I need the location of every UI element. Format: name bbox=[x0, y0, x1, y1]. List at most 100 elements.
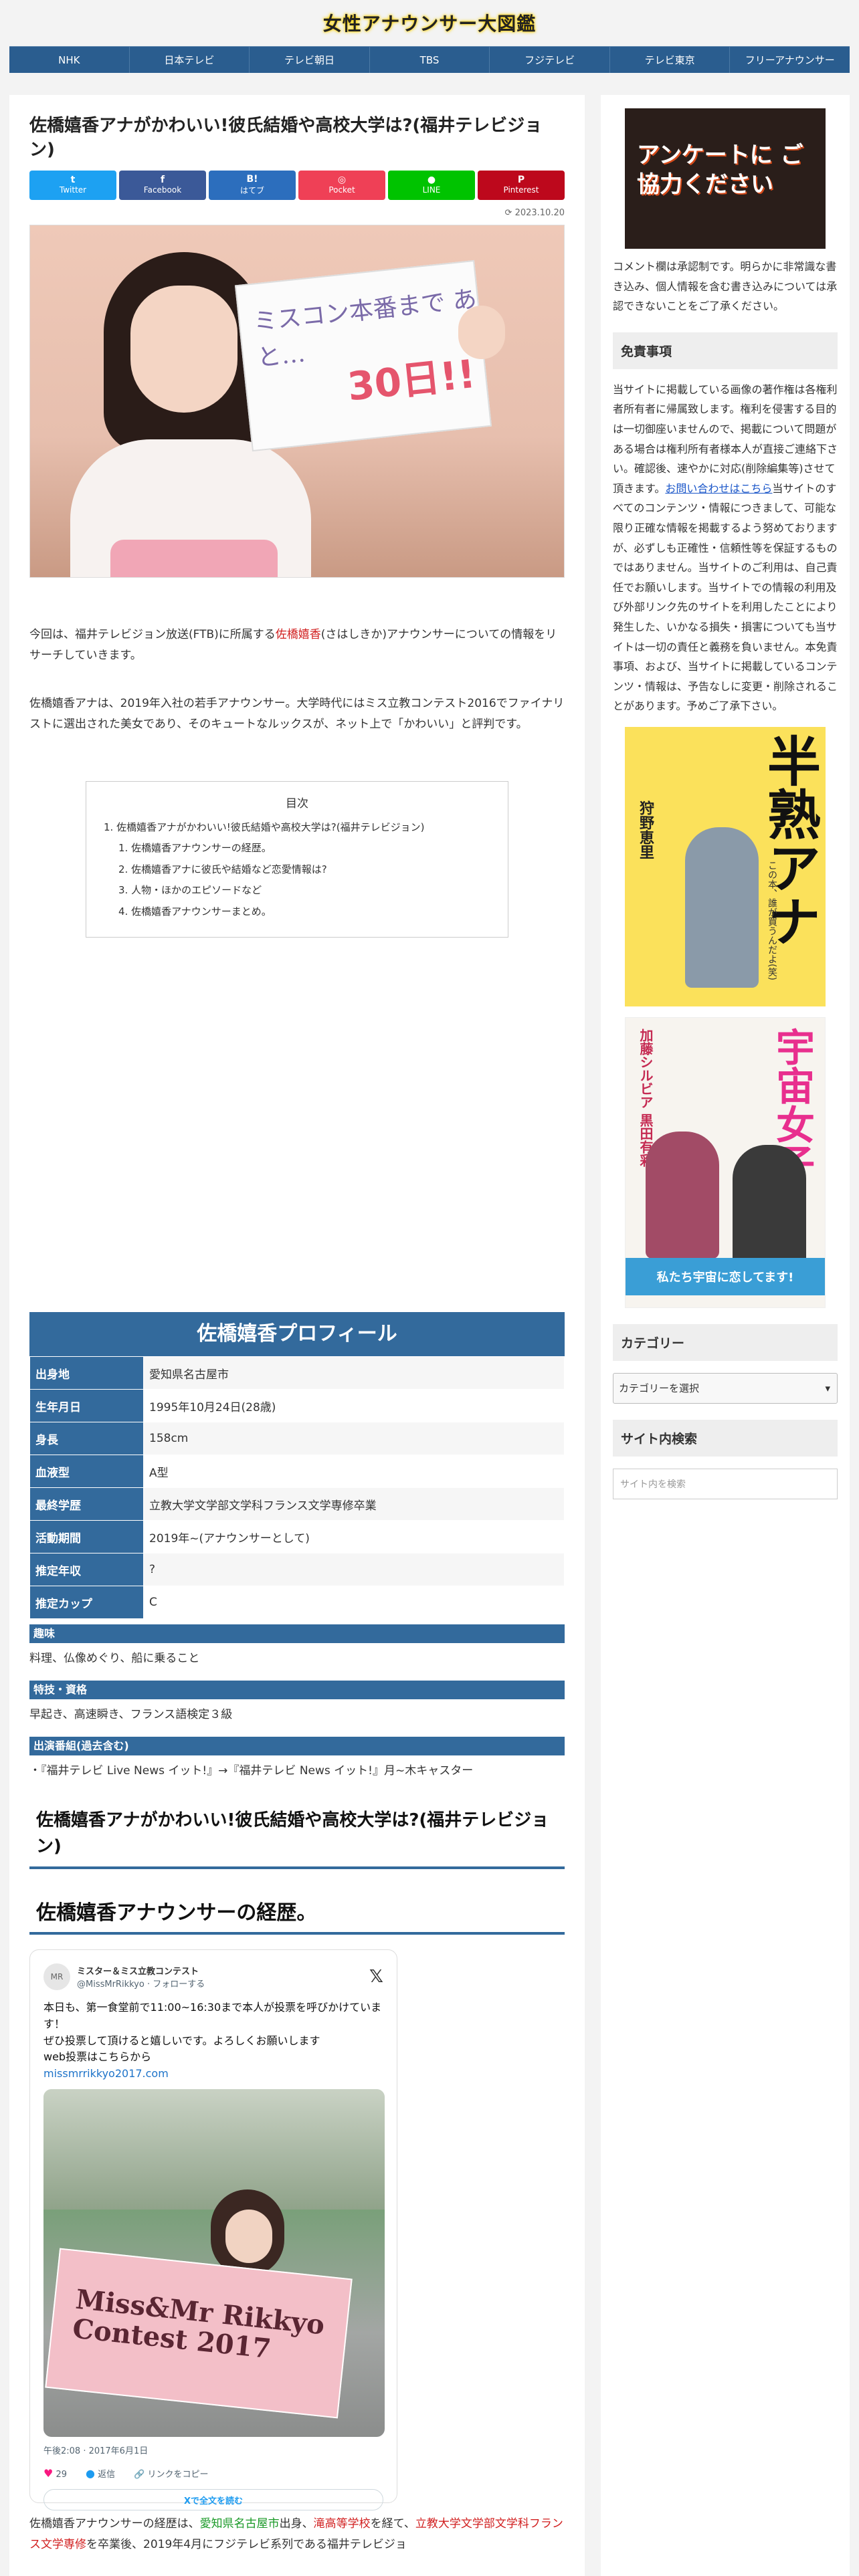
skill-label: 特技・資格 bbox=[29, 1681, 565, 1700]
profile-title: 佐橋嬉香プロフィール bbox=[29, 1312, 565, 1357]
tweet-photo[interactable]: Miss&Mr Rikkyo Contest 2017 bbox=[43, 2089, 385, 2438]
share-line-button[interactable]: ● LINE bbox=[388, 170, 475, 200]
career-text: を経て、 bbox=[370, 2517, 415, 2531]
share-pocket-button[interactable]: ◎ Pocket bbox=[298, 170, 385, 200]
site-header: 女性アナウンサー大図鑑 bbox=[0, 0, 859, 45]
table-row: 推定カップ C bbox=[29, 1586, 565, 1620]
section-heading: 佐橋嬉香アナがかわいい!彼氏結婚や高校大学は?(福井テレビジョン) bbox=[29, 1798, 565, 1870]
toc-item[interactable]: 1. 佐橋嬉香アナウンサーの経歴。 bbox=[104, 838, 490, 859]
tweet-link[interactable]: missmrrikkyo2017.com bbox=[43, 2066, 383, 2082]
copy-link-label: リンクをコピー bbox=[147, 2470, 209, 2480]
link-icon: 🔗 bbox=[134, 2470, 145, 2480]
survey-banner-text: アンケートに ご協力ください bbox=[637, 142, 803, 199]
share-label: Pocket bbox=[328, 185, 355, 195]
toc-item[interactable]: 4. 佐橋嬉香アナウンサーまとめ。 bbox=[104, 901, 490, 923]
hobby-text: 料理、仏像めぐり、船に乗ること bbox=[29, 1652, 200, 1666]
share-twitter-button[interactable]: t Twitter bbox=[29, 170, 116, 200]
toc-title: 目次 bbox=[286, 796, 308, 811]
profile-key: 最終学歴 bbox=[29, 1487, 144, 1521]
pocket-icon: ◎ bbox=[337, 175, 347, 186]
disclaimer-part: 当サイトに掲載している画像の著作権は各権利者所有者に帰属致します。権利を侵害する… bbox=[613, 383, 838, 495]
reply-icon: ● bbox=[86, 2467, 95, 2480]
profile-key: 出身地 bbox=[29, 1356, 144, 1390]
post-date: ⟳ 2023.10.20 bbox=[504, 207, 565, 218]
nav-item-ntv[interactable]: 日本テレビ bbox=[130, 47, 250, 73]
pinterest-icon: P bbox=[517, 175, 525, 186]
table-row: 血液型 A型 bbox=[29, 1455, 565, 1489]
table-row: 最終学歴 立教大学文学部文学科フランス文学専修卒業 bbox=[29, 1487, 565, 1521]
share-label: Twitter bbox=[59, 185, 87, 195]
table-row: 身長 158cm bbox=[29, 1422, 565, 1456]
photo-building bbox=[43, 2089, 385, 2210]
twitter-icon: t bbox=[70, 175, 76, 186]
nav-item-nhk[interactable]: NHK bbox=[9, 47, 130, 73]
book-banner-uchu[interactable]: 加藤シルビア 黒田有彩 宇宙女子 私たち宇宙に恋してます! bbox=[625, 1016, 826, 1308]
disclaimer-text: 当サイトに掲載している画像の著作権は各権利者所有者に帰属致します。権利を侵害する… bbox=[613, 380, 838, 716]
toc-item[interactable]: 2. 佐橋嬉香アナに彼氏や結婚など恋愛情報は? bbox=[104, 859, 490, 881]
read-on-x-button[interactable]: Xで全文を読む bbox=[43, 2489, 383, 2511]
category-select[interactable]: カテゴリーを選択 ▾ bbox=[613, 1372, 838, 1404]
person-skirt bbox=[110, 539, 278, 577]
tweet-user-name[interactable]: ミスター＆ミス立教コンテスト bbox=[77, 1964, 205, 1977]
nav-item-tbs[interactable]: TBS bbox=[370, 47, 490, 73]
share-pinterest-button[interactable]: P Pinterest bbox=[478, 170, 565, 200]
post-date-value: 2023.10.20 bbox=[514, 207, 565, 218]
reply-action[interactable]: ● 返信 bbox=[86, 2467, 115, 2480]
share-label: はてブ bbox=[240, 185, 264, 195]
career-paragraph: 佐橋嬉香アナウンサーの経歴は、愛知県名古屋市出身、滝高等学校を経て、立教大学文学… bbox=[29, 2514, 565, 2556]
handwritten-sign: ミスコン本番まで あと… 30日!! bbox=[234, 259, 492, 451]
embedded-tweet[interactable]: MR ミスター＆ミス立教コンテスト @MissMrRikkyo · フォローする… bbox=[29, 1949, 397, 2511]
hatena-icon: B! bbox=[246, 173, 258, 185]
person-face bbox=[130, 285, 237, 413]
entry-title: 佐橋嬉香アナがかわいい!彼氏結婚や高校大学は?(福井テレビジョン) bbox=[29, 116, 543, 160]
share-facebook-button[interactable]: f Facebook bbox=[119, 170, 206, 200]
profile-box: 佐橋嬉香プロフィール 出身地 愛知県名古屋市 生年月日 1995年10月24日(28… bbox=[29, 1312, 565, 1788]
hobby-label: 趣味 bbox=[29, 1624, 565, 1644]
toc-item[interactable]: 3. 人物・ほかのエピソードなど bbox=[104, 880, 490, 901]
share-hatena-button[interactable]: B! はてブ bbox=[209, 170, 296, 200]
profile-value: 2019年~(アナウンサーとして) bbox=[143, 1520, 565, 1554]
copy-link-action[interactable]: 🔗 リンクをコピー bbox=[134, 2467, 208, 2480]
share-label: LINE bbox=[422, 185, 441, 195]
intro-paragraph-1: 今回は、福井テレビジョン放送(FTB)に所属する佐橋嬉香(さはしきか)アナウンサ… bbox=[29, 625, 565, 667]
career-hometown: 愛知県名古屋市 bbox=[199, 2517, 280, 2531]
toc-item[interactable]: 1. 佐橋嬉香アナがかわいい!彼氏結婚や高校大学は?(福井テレビジョン) bbox=[104, 817, 490, 839]
book-subtitle: この本、誰が買うんだよ(笑) bbox=[767, 860, 777, 980]
tweet-body: 本日も、第一食堂前で11:00~16:30まで本人が投票を呼びかけています！ ぜ… bbox=[43, 2000, 383, 2082]
facebook-icon: f bbox=[160, 175, 165, 186]
profile-key: 血液型 bbox=[29, 1455, 144, 1489]
share-label: Pinterest bbox=[503, 185, 539, 195]
book-cover-person bbox=[646, 1131, 719, 1259]
x-logo-icon[interactable]: 𝕏 bbox=[369, 1967, 383, 1987]
avatar[interactable]: MR bbox=[43, 1963, 70, 1991]
global-nav: NHK 日本テレビ テレビ朝日 TBS フジテレビ テレビ東京 フリーアナウンサ… bbox=[9, 46, 850, 73]
profile-value: 愛知県名古屋市 bbox=[143, 1356, 565, 1390]
intro-name: 佐橋嬉香 bbox=[275, 627, 321, 641]
survey-banner[interactable]: アンケートに ご協力ください bbox=[625, 108, 826, 249]
nav-item-free[interactable]: フリーアナウンサー bbox=[730, 47, 850, 73]
book-cover-person bbox=[733, 1144, 806, 1265]
tweet-line: ぜひ投票して頂けると嬉しいです。よろしくお願いします bbox=[43, 2034, 320, 2047]
category-title: カテゴリー bbox=[613, 1323, 838, 1361]
tweet-user-handle[interactable]: @MissMrRikkyo · フォローする bbox=[77, 1977, 205, 1990]
table-of-contents: 目次 1. 佐橋嬉香アナがかわいい!彼氏結婚や高校大学は?(福井テレビジョン) … bbox=[86, 780, 508, 938]
share-buttons: t Twitter f Facebook B! はてブ ◎ Pocket ● LINE P… bbox=[29, 170, 565, 200]
main-content: 佐橋嬉香アナがかわいい!彼氏結婚や高校大学は?(福井テレビジョン) t Twitt… bbox=[9, 95, 585, 2576]
profile-key: 推定年収 bbox=[29, 1553, 144, 1587]
nav-item-tv-tokyo[interactable]: テレビ東京 bbox=[610, 47, 731, 73]
nav-item-tv-asahi[interactable]: テレビ朝日 bbox=[250, 47, 370, 73]
book-band: 私たち宇宙に恋してます! bbox=[626, 1257, 825, 1295]
book-banner-hanjuku[interactable]: 半熟アナ 狩野恵里 この本、誰が買うんだよ(笑) bbox=[625, 726, 826, 1006]
career-text: を卒業後、2019年4月にフジテレビ系列である福井テレビジョ bbox=[86, 2538, 407, 2552]
search-input[interactable]: サイト内を検索 bbox=[613, 1468, 838, 1499]
search-title: サイト内検索 bbox=[613, 1419, 838, 1457]
nav-item-fuji[interactable]: フジテレビ bbox=[490, 47, 610, 73]
site-logo[interactable]: 女性アナウンサー大図鑑 bbox=[323, 9, 536, 36]
table-row: 出身地 愛知県名古屋市 bbox=[29, 1356, 565, 1390]
profile-table: 出身地 愛知県名古屋市 生年月日 1995年10月24日(28歳) 身長 158cm … bbox=[29, 1356, 565, 1620]
like-action[interactable]: ♥ 29 bbox=[43, 2467, 67, 2480]
like-count: 29 bbox=[56, 2470, 68, 2480]
tweet-timestamp[interactable]: 午後2:08 · 2017年6月1日 bbox=[43, 2444, 383, 2456]
tweet-user: ミスター＆ミス立教コンテスト @MissMrRikkyo · フォローする bbox=[77, 1964, 205, 1990]
contact-link[interactable]: お問い合わせはこちら bbox=[665, 482, 772, 495]
